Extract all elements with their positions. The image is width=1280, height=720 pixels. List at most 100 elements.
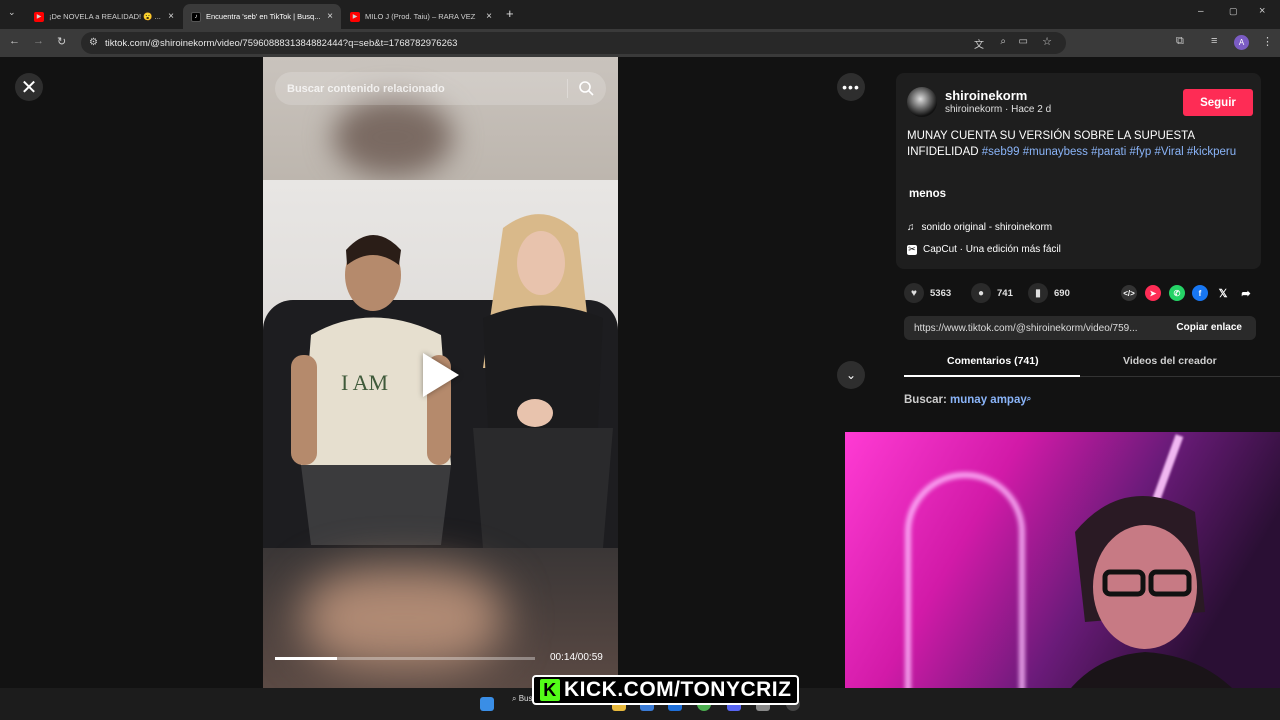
close-tab-icon[interactable]: × xyxy=(486,11,492,22)
embed-icon[interactable]: </> xyxy=(1121,285,1137,301)
browser-toolbar: ← → ↻ ⚙ tiktok.com/@shiroinekorm/video/7… xyxy=(0,29,1280,57)
browser-tab-2[interactable]: ♪ Encuentra 'seb' en TikTok | Busq... × xyxy=(183,4,341,29)
youtube-icon: ▶ xyxy=(350,11,360,22)
video-player[interactable]: I AM Buscar contenido relacionado 00:14/… xyxy=(263,57,618,688)
close-icon[interactable]: ✕ xyxy=(15,73,43,101)
search-icon[interactable] xyxy=(578,80,594,96)
whatsapp-icon[interactable]: ✆ xyxy=(1169,285,1185,301)
copy-link-button[interactable]: Copiar enlace xyxy=(1176,322,1242,333)
show-less-link[interactable]: menos xyxy=(909,188,946,200)
comment-button[interactable]: ● 741 xyxy=(971,283,1013,303)
progress-fill xyxy=(275,657,338,660)
kick-logo-icon: K xyxy=(540,679,560,701)
related-search-input[interactable]: Buscar contenido relacionado xyxy=(275,72,606,105)
windows-start-icon[interactable] xyxy=(480,697,494,711)
svg-text:I AM: I AM xyxy=(341,370,388,395)
forward-icon[interactable]: → xyxy=(33,35,44,47)
avatar[interactable] xyxy=(907,87,937,117)
search-small-icon: ⌕ xyxy=(1026,394,1032,403)
screen: ⌄ ▶ ¡De NOVELA a REALIDAD! 😮 ... × ♪ Enc… xyxy=(0,0,1280,720)
like-count: 5363 xyxy=(930,287,952,299)
hashtag[interactable]: #Viral xyxy=(1154,146,1183,158)
back-icon[interactable]: ← xyxy=(9,35,20,47)
capcut-icon: ✂ xyxy=(907,244,917,255)
hashtag[interactable]: #parati xyxy=(1091,146,1126,158)
video-area: ✕ I AM Buscar contenido relacionado 00:1… xyxy=(0,57,880,688)
tab-comments[interactable]: Comentarios (741) xyxy=(947,355,1039,367)
tab-title: ¡De NOVELA a REALIDAD! 😮 ... xyxy=(49,12,161,21)
sound-label: sonido original - shiroinekorm xyxy=(921,222,1053,233)
heart-icon: ♥ xyxy=(904,283,924,303)
zoom-icon[interactable]: ⌕ xyxy=(1000,36,1006,47)
menu-kebab-icon[interactable]: ⋮ xyxy=(1262,35,1273,48)
address-bar[interactable]: ⚙ tiktok.com/@shiroinekorm/video/7596088… xyxy=(81,32,1066,54)
sound-link[interactable]: ♫ sonido original - shiroinekorm xyxy=(907,222,1052,233)
link-field[interactable]: https://www.tiktok.com/@shiroinekorm/vid… xyxy=(904,316,1256,340)
tab-search-chevron-icon[interactable]: ⌄ xyxy=(8,7,16,18)
progress-bar[interactable] xyxy=(275,657,535,660)
tab-creator-videos[interactable]: Videos del creador xyxy=(1123,355,1217,367)
capcut-label: CapCut · Una edición más fácil xyxy=(923,244,1061,255)
youtube-icon: ▶ xyxy=(34,11,44,22)
play-icon[interactable] xyxy=(423,353,459,397)
tab-title: Encuentra 'seb' en TikTok | Busq... xyxy=(206,12,321,21)
reload-icon[interactable]: ↻ xyxy=(57,35,66,48)
video-time: 00:14/00:59 xyxy=(550,652,603,663)
browser-tab-1[interactable]: ▶ ¡De NOVELA a REALIDAD! 😮 ... × xyxy=(26,4,182,29)
browser-tab-3[interactable]: ▶ MILO J (Prod. Taiu) – RARA VEZ × xyxy=(342,4,500,29)
search-suggestion[interactable]: Buscar: munay ampay⌕ xyxy=(904,394,1031,406)
site-info-icon[interactable]: ⚙ xyxy=(89,37,98,48)
send-icon[interactable]: ➤ xyxy=(1145,285,1161,301)
close-tab-icon[interactable]: × xyxy=(168,11,174,22)
comment-icon: ● xyxy=(971,283,991,303)
author-subline: shiroinekorm · Hace 2 d xyxy=(945,104,1052,115)
tab-title: MILO J (Prod. Taiu) – RARA VEZ xyxy=(365,12,476,21)
post-card: shiroinekorm shiroinekorm · Hace 2 d Seg… xyxy=(896,73,1261,269)
streamer-figure xyxy=(1050,496,1259,720)
cast-icon[interactable]: ▭ xyxy=(1019,36,1028,47)
kick-banner: K KICK.COM/TONYCRIZ xyxy=(532,675,800,705)
link-text: https://www.tiktok.com/@shiroinekorm/vid… xyxy=(914,322,1138,334)
video-bottom-frame xyxy=(263,548,618,688)
kick-text: KICK.COM/TONYCRIZ xyxy=(564,678,792,701)
hashtag[interactable]: #seb99 xyxy=(982,146,1020,158)
save-count: 690 xyxy=(1054,287,1070,299)
share-arrow-icon[interactable]: ➦ xyxy=(1238,285,1254,301)
hashtag[interactable]: #kickperu xyxy=(1187,146,1236,158)
webcam-overlay xyxy=(845,432,1280,720)
like-button[interactable]: ♥ 5363 xyxy=(904,283,951,303)
bookmark-icon: ▮ xyxy=(1028,283,1048,303)
profile-avatar[interactable]: A xyxy=(1234,35,1249,50)
bookmark-star-icon[interactable]: ☆ xyxy=(1042,35,1052,48)
more-options-icon[interactable]: ••• xyxy=(837,73,865,101)
x-icon[interactable]: 𝕏 xyxy=(1215,285,1231,301)
comment-tabs: Comentarios (741) Videos del creador xyxy=(904,347,1280,377)
post-description: MUNAY CUENTA SU VERSIÓN SOBRE LA SUPUEST… xyxy=(907,129,1247,160)
new-tab-icon[interactable]: + xyxy=(506,6,514,21)
close-window-icon[interactable]: × xyxy=(1259,5,1265,17)
hashtag[interactable]: #fyp xyxy=(1130,146,1152,158)
media-icon[interactable]: ≡ xyxy=(1211,35,1217,47)
tiktok-icon: ♪ xyxy=(191,11,201,22)
follow-button[interactable]: Seguir xyxy=(1183,89,1253,116)
facebook-icon[interactable]: f xyxy=(1192,285,1208,301)
hashtag[interactable]: #munaybess xyxy=(1023,146,1088,158)
close-tab-icon[interactable]: × xyxy=(327,11,333,22)
taskbar-search-icon: ⌕ xyxy=(512,694,519,703)
capcut-link[interactable]: ✂ CapCut · Una edición más fácil xyxy=(907,244,1061,255)
active-tab-underline xyxy=(904,375,1080,377)
save-button[interactable]: ▮ 690 xyxy=(1028,283,1070,303)
minimize-icon[interactable]: – xyxy=(1198,6,1204,17)
tab-strip: ⌄ ▶ ¡De NOVELA a REALIDAD! 😮 ... × ♪ Enc… xyxy=(0,0,1280,29)
restore-icon[interactable]: ▢ xyxy=(1229,6,1238,17)
author-username[interactable]: shiroinekorm xyxy=(945,88,1027,103)
search-suggestion-label: Buscar: xyxy=(904,394,947,406)
action-bar: ♥ 5363 ● 741 ▮ 690 </> ➤ ✆ f 𝕏 ➦ xyxy=(880,279,1280,307)
woman-figure xyxy=(473,214,613,548)
search-placeholder: Buscar contenido relacionado xyxy=(287,82,445,95)
search-suggestion-query[interactable]: munay ampay xyxy=(950,394,1027,406)
chevron-down-icon[interactable]: ⌄ xyxy=(837,361,865,389)
comment-count: 741 xyxy=(997,287,1013,299)
extensions-icon[interactable]: ⧉ xyxy=(1176,35,1184,48)
translate-icon[interactable]: 文 xyxy=(974,36,984,51)
